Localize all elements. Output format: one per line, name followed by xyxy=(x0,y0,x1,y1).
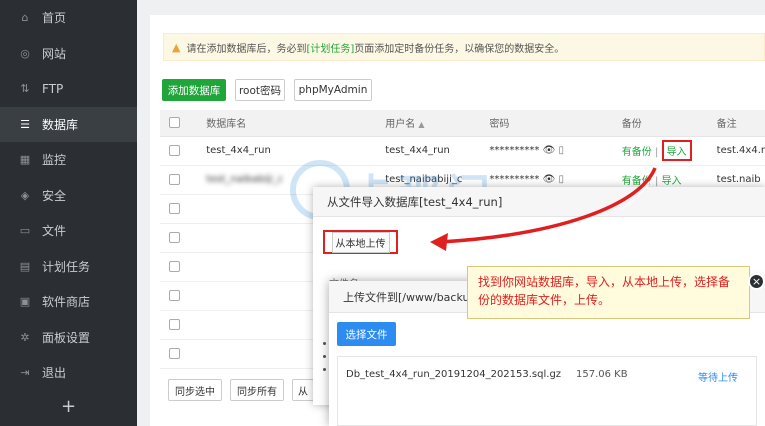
select-files-button[interactable]: 选择文件 xyxy=(337,322,396,346)
sync-selected-button[interactable]: 同步选中 xyxy=(168,379,222,401)
upload-file-status: 等待上传 xyxy=(698,373,738,384)
sidebar-item-label: 网站 xyxy=(42,46,67,61)
add-database-button[interactable]: 添加数据库 xyxy=(162,79,226,101)
sidebar-item-10[interactable]: ⇥ 退出 xyxy=(0,355,137,391)
copy-icon[interactable]: ▯ xyxy=(558,145,564,156)
bullet xyxy=(323,368,326,371)
instruction-callout: 找到你网站数据库，导入，从本地上传，选择备份的数据库文件，上传。 xyxy=(467,266,750,319)
bullet xyxy=(323,342,326,345)
logout-icon: ⇥ xyxy=(20,366,30,380)
sidebar-item-1[interactable]: ◎ 网站 xyxy=(0,36,137,72)
import-dialog-title: 从文件导入数据库[test_4x4_run] xyxy=(313,187,765,217)
sidebar-item-4[interactable]: ▦ 监控 xyxy=(0,142,137,178)
sort-up-icon: ▲ xyxy=(418,120,425,130)
col-user[interactable]: 用户名 ▲ xyxy=(385,110,490,137)
more-button[interactable]: 从 xyxy=(292,379,314,401)
shield-icon: ◈ xyxy=(20,188,30,202)
col-password: 密码 xyxy=(489,110,622,137)
sidebar-item-2[interactable]: ⇅ FTP xyxy=(0,71,137,107)
select-all-checkbox[interactable] xyxy=(169,117,180,128)
table-header-row: 数据库名 用户名 ▲ 密码 备份 备注 xyxy=(160,110,765,137)
sidebar-item-label: 计划任务 xyxy=(42,259,91,274)
row-checkbox[interactable] xyxy=(169,173,180,185)
sidebar-item-0[interactable]: ⌂ 首页 xyxy=(0,0,137,36)
sidebar-item-label: 面板设置 xyxy=(42,330,91,345)
col-note: 备注 xyxy=(716,110,765,137)
import-link[interactable]: 导入 xyxy=(662,176,682,187)
sidebar-item-8[interactable]: ▣ 软件商店 xyxy=(0,284,137,320)
backup-notice: ▲ 请在添加数据库后，务必到 [计划任务] 页面添加定时备份任务，以确保您的数据… xyxy=(163,33,765,61)
row-checkbox[interactable] xyxy=(169,347,180,359)
row-checkbox[interactable] xyxy=(169,202,180,214)
table-row: test_4x4_run test_4x4_run ********** 👁 ▯… xyxy=(160,136,765,166)
eye-icon[interactable]: 👁 xyxy=(543,145,556,156)
has-backup-link[interactable]: 有备份 xyxy=(622,147,652,158)
eye-icon[interactable]: 👁 xyxy=(543,174,556,185)
root-password-button[interactable]: root密码 xyxy=(235,79,285,101)
col-backup: 备份 xyxy=(621,110,717,137)
import-link[interactable]: 导入 xyxy=(661,140,692,161)
notice-suffix: 页面添加定时备份任务，以确保您的数据安全。 xyxy=(354,43,565,55)
monitor-icon: ▦ xyxy=(19,153,31,167)
sidebar-item-6[interactable]: ▭ 文件 xyxy=(0,213,137,249)
sidebar-item-label: 首页 xyxy=(42,11,67,26)
upload-file-name: Db_test_4x4_run_20191204_202153.sql.gz xyxy=(346,369,562,380)
globe-icon: ◎ xyxy=(20,46,30,60)
upload-file-size: 157.06 KB xyxy=(576,369,628,380)
row-checkbox[interactable] xyxy=(169,260,180,272)
sidebar: ⌂ 首页 ◎ 网站 ⇅ FTP ☰ 数据库 ▦ 监控 ◈ 安全 ▭ 文件 ▤ 计划任务 ▣ 软件商店 ✲ 面板设置 ⇥ 退… xyxy=(0,0,137,426)
notice-cron-link[interactable]: [计划任务] xyxy=(306,40,354,55)
bullet xyxy=(323,355,326,358)
row-checkbox[interactable] xyxy=(169,289,180,301)
database-icon: ☰ xyxy=(20,117,30,131)
sidebar-item-label: 安全 xyxy=(42,188,67,203)
row-checkbox[interactable] xyxy=(169,318,180,330)
row-checkbox[interactable] xyxy=(169,231,180,243)
sidebar-item-label: 监控 xyxy=(42,153,67,168)
upload-file-list: Db_test_4x4_run_20191204_202153.sql.gz 1… xyxy=(337,356,757,426)
sidebar-item-7[interactable]: ▤ 计划任务 xyxy=(0,249,137,285)
db-password: ********** 👁 ▯ xyxy=(489,136,622,166)
warning-icon: ▲ xyxy=(172,40,181,54)
sidebar-item-label: 数据库 xyxy=(42,117,79,132)
local-upload-button[interactable]: 从本地上传 xyxy=(331,231,390,253)
db-backup: 有备份 | 导入 xyxy=(621,136,717,166)
db-name: test_4x4_run xyxy=(206,136,386,166)
has-backup-link[interactable]: 有备份 xyxy=(622,176,652,187)
db-user: test_4x4_run xyxy=(385,136,490,166)
calendar-icon: ▤ xyxy=(19,259,31,273)
ftp-icon: ⇅ xyxy=(20,82,30,96)
db-note[interactable]: test.4x4.r xyxy=(716,136,765,166)
sidebar-item-label: FTP xyxy=(42,81,64,96)
copy-icon[interactable]: ▯ xyxy=(558,174,564,185)
sidebar-item-label: 退出 xyxy=(42,366,67,381)
sidebar-item-label: 软件商店 xyxy=(42,295,91,310)
grid-icon: ▣ xyxy=(19,295,31,309)
col-name[interactable]: 数据库名 xyxy=(206,110,386,137)
sidebar-item-5[interactable]: ◈ 安全 xyxy=(0,178,137,214)
notice-prefix: 请在添加数据库后，务必到 xyxy=(186,43,307,55)
sidebar-item-3[interactable]: ☰ 数据库 xyxy=(0,106,137,142)
home-icon: ⌂ xyxy=(21,11,29,25)
row-checkbox[interactable] xyxy=(169,144,180,156)
sidebar-item-label: 文件 xyxy=(42,224,67,239)
close-icon[interactable]: × xyxy=(748,273,765,290)
phpmyadmin-button[interactable]: phpMyAdmin xyxy=(294,79,372,101)
sidebar-item-9[interactable]: ✲ 面板设置 xyxy=(0,320,137,356)
gear-icon: ✲ xyxy=(20,330,30,344)
local-upload-highlight: 从本地上传 xyxy=(323,230,398,254)
sync-all-button[interactable]: 同步所有 xyxy=(230,379,284,401)
sidebar-add-button[interactable]: + xyxy=(0,391,137,423)
folder-icon: ▭ xyxy=(19,224,31,238)
